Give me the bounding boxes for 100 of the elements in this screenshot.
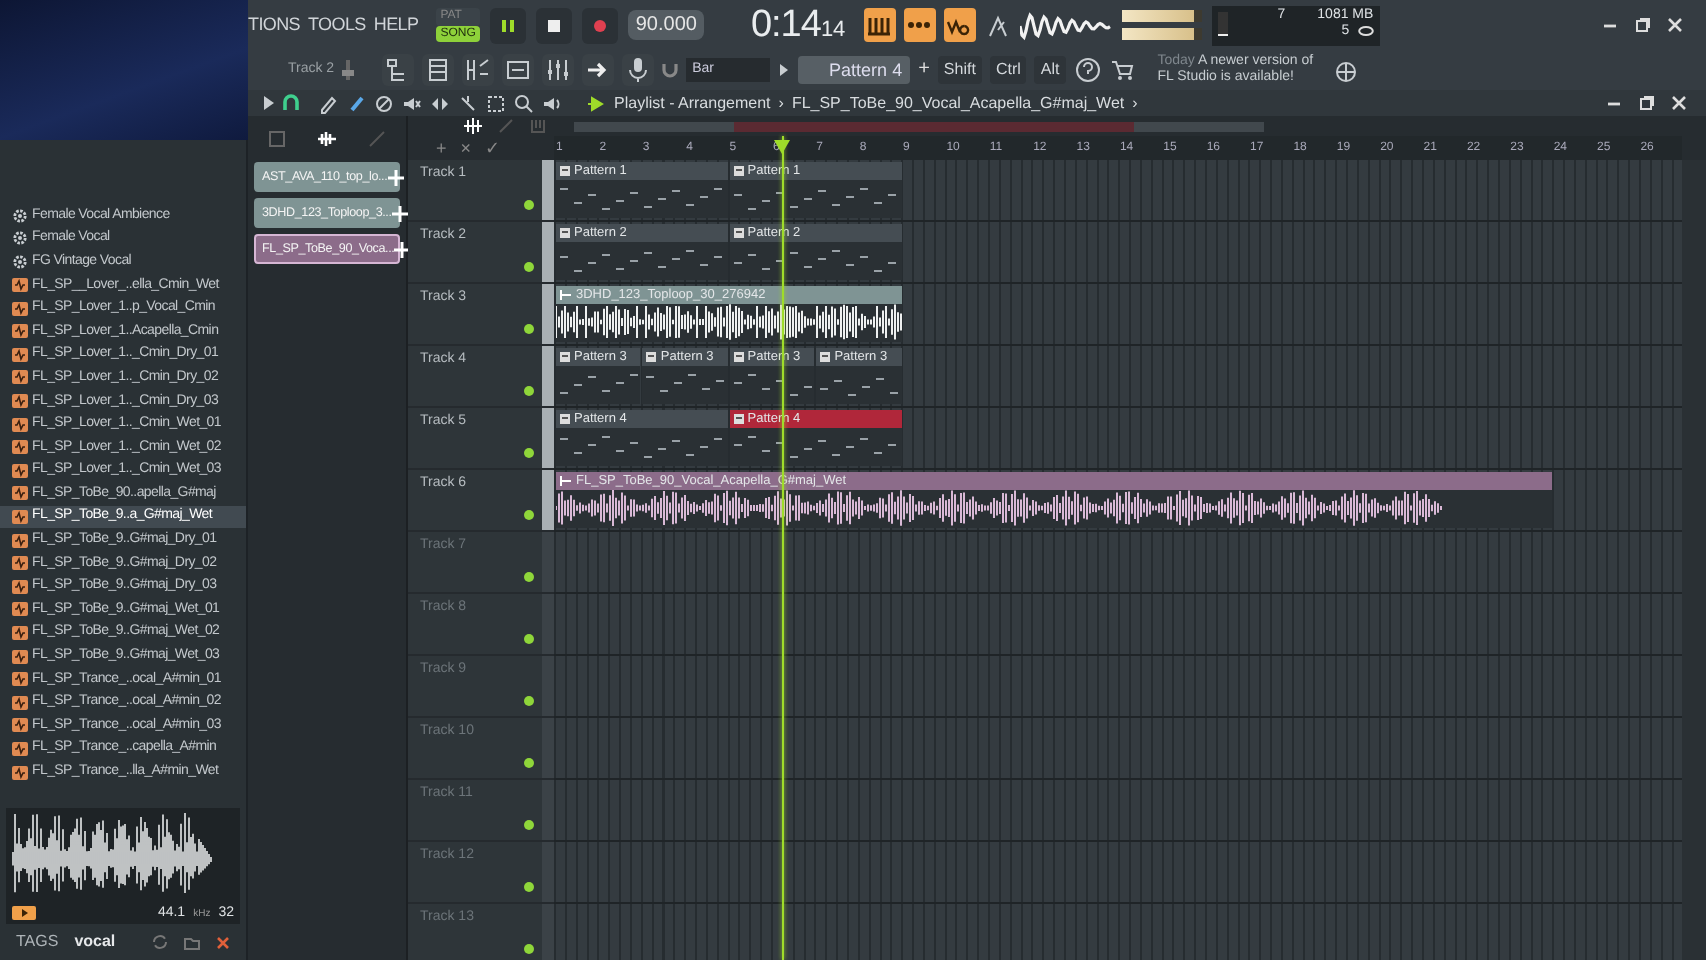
audio-file-icon [12, 486, 28, 501]
pattern-view-icon[interactable] [268, 129, 287, 147]
audio-file-icon [12, 625, 28, 640]
close-icon[interactable] [216, 935, 230, 949]
modifier-key[interactable]: Ctrl [989, 56, 1027, 84]
led-icon[interactable] [524, 200, 534, 210]
audio-file-icon [12, 347, 28, 362]
audio-file-icon [12, 301, 28, 316]
modifier-key[interactable]: Shift [937, 56, 982, 84]
pattern-icon [733, 352, 744, 362]
vertical-scrollbar[interactable] [1682, 160, 1706, 960]
audio-file-icon [12, 440, 28, 455]
led-icon[interactable] [524, 324, 534, 334]
menu-item[interactable]: TOOLS [308, 14, 366, 36]
pencil-icon[interactable] [318, 93, 338, 113]
metronome-icon[interactable] [985, 13, 1010, 37]
pattern-icon [733, 414, 744, 424]
lane-tool-button[interactable]: ✓ [485, 137, 502, 159]
pattern-icon [733, 228, 744, 238]
audio-file-icon [12, 602, 28, 617]
delete-icon[interactable] [374, 93, 394, 113]
time-display: 0:14 [750, 3, 821, 47]
microphone-icon[interactable] [624, 56, 653, 84]
magnet-icon[interactable] [282, 94, 300, 112]
led-icon[interactable] [524, 944, 534, 954]
menu-item[interactable]: TIONS [248, 14, 301, 36]
window-title: Playlist - Arrangement [614, 93, 771, 113]
waveform-icon[interactable] [464, 118, 482, 134]
audio-view-icon[interactable] [315, 129, 338, 147]
move-icon [394, 241, 411, 257]
overview-scrollbar[interactable] [574, 121, 1264, 131]
add-pattern-button[interactable]: + [918, 58, 930, 82]
pattern-icon [646, 352, 657, 362]
audio-file-icon [12, 463, 28, 478]
pause-button[interactable] [489, 7, 526, 43]
led-icon[interactable] [524, 696, 534, 706]
arrow-right-icon[interactable] [778, 62, 791, 78]
led-icon[interactable] [524, 448, 534, 458]
folder-icon[interactable] [184, 935, 200, 949]
led-icon[interactable] [524, 510, 534, 520]
playlist-icon[interactable] [504, 56, 533, 84]
audio-file-icon [12, 556, 28, 571]
zoom-icon[interactable] [514, 93, 534, 113]
help-icon[interactable] [1073, 56, 1102, 84]
pattern-icon [733, 166, 744, 176]
lane-tool-button[interactable]: + [436, 137, 447, 159]
speaker-icon[interactable] [542, 93, 562, 113]
countdown-icon [908, 22, 931, 28]
arrow-right-icon[interactable] [264, 96, 274, 110]
tag-value[interactable]: vocal [74, 932, 116, 952]
stop-icon [547, 19, 560, 31]
toggle-button[interactable] [903, 8, 936, 42]
audio-file-icon [12, 394, 28, 409]
play-button[interactable] [12, 906, 36, 920]
fader-icon [342, 60, 355, 80]
mute-icon[interactable] [402, 93, 422, 113]
move-icon [387, 169, 404, 185]
audio-clip-icon [560, 476, 572, 486]
toggle-button[interactable] [943, 8, 976, 42]
stop-button[interactable] [535, 7, 572, 43]
mixer-icon[interactable] [544, 56, 573, 84]
led-icon[interactable] [524, 758, 534, 768]
pattern-icon [560, 414, 570, 424]
slice-icon[interactable] [458, 93, 478, 113]
select-icon[interactable] [486, 93, 506, 113]
pattern-icon [560, 166, 570, 176]
cart-icon[interactable] [1109, 58, 1134, 82]
record-button[interactable] [581, 7, 618, 43]
toggle-button[interactable] [863, 8, 896, 42]
globe-icon[interactable] [1333, 58, 1358, 82]
refresh-icon[interactable] [152, 934, 168, 950]
pattern-icon [560, 352, 570, 362]
menu-item[interactable]: HELP [373, 14, 419, 36]
audio-file-icon [12, 417, 28, 432]
breadcrumb-separator: › [778, 93, 784, 113]
breadcrumb-item[interactable]: FL_SP_ToBe_90_Vocal_Acapella_G#maj_Wet [791, 93, 1125, 113]
maximize-button[interactable] [1630, 13, 1654, 37]
audio-file-icon [12, 649, 28, 664]
brush-icon[interactable] [346, 93, 366, 113]
led-icon[interactable] [524, 634, 534, 644]
audio-file-icon [12, 533, 28, 548]
led-icon[interactable] [524, 262, 534, 272]
close-button[interactable] [1666, 91, 1690, 115]
modifier-key[interactable]: Alt [1034, 56, 1066, 84]
led-icon[interactable] [524, 572, 534, 582]
piano-roll-icon[interactable] [464, 56, 493, 84]
restore-icon [1635, 18, 1649, 32]
channel-rack-icon[interactable] [424, 56, 453, 84]
led-icon[interactable] [524, 820, 534, 830]
maximize-button[interactable] [1634, 91, 1658, 115]
close-button[interactable] [1662, 13, 1686, 37]
pattern-selector[interactable]: Pattern 4 [798, 55, 911, 85]
audio-file-icon [12, 741, 28, 756]
tempo-field[interactable]: 90.000 [627, 9, 705, 41]
oscilloscope-drawing [1019, 9, 1112, 41]
lane-tool-button[interactable]: × [460, 137, 472, 159]
led-icon[interactable] [524, 386, 534, 396]
audio-file-icon [12, 579, 28, 594]
led-icon[interactable] [524, 882, 534, 892]
magnet-icon [662, 62, 679, 78]
